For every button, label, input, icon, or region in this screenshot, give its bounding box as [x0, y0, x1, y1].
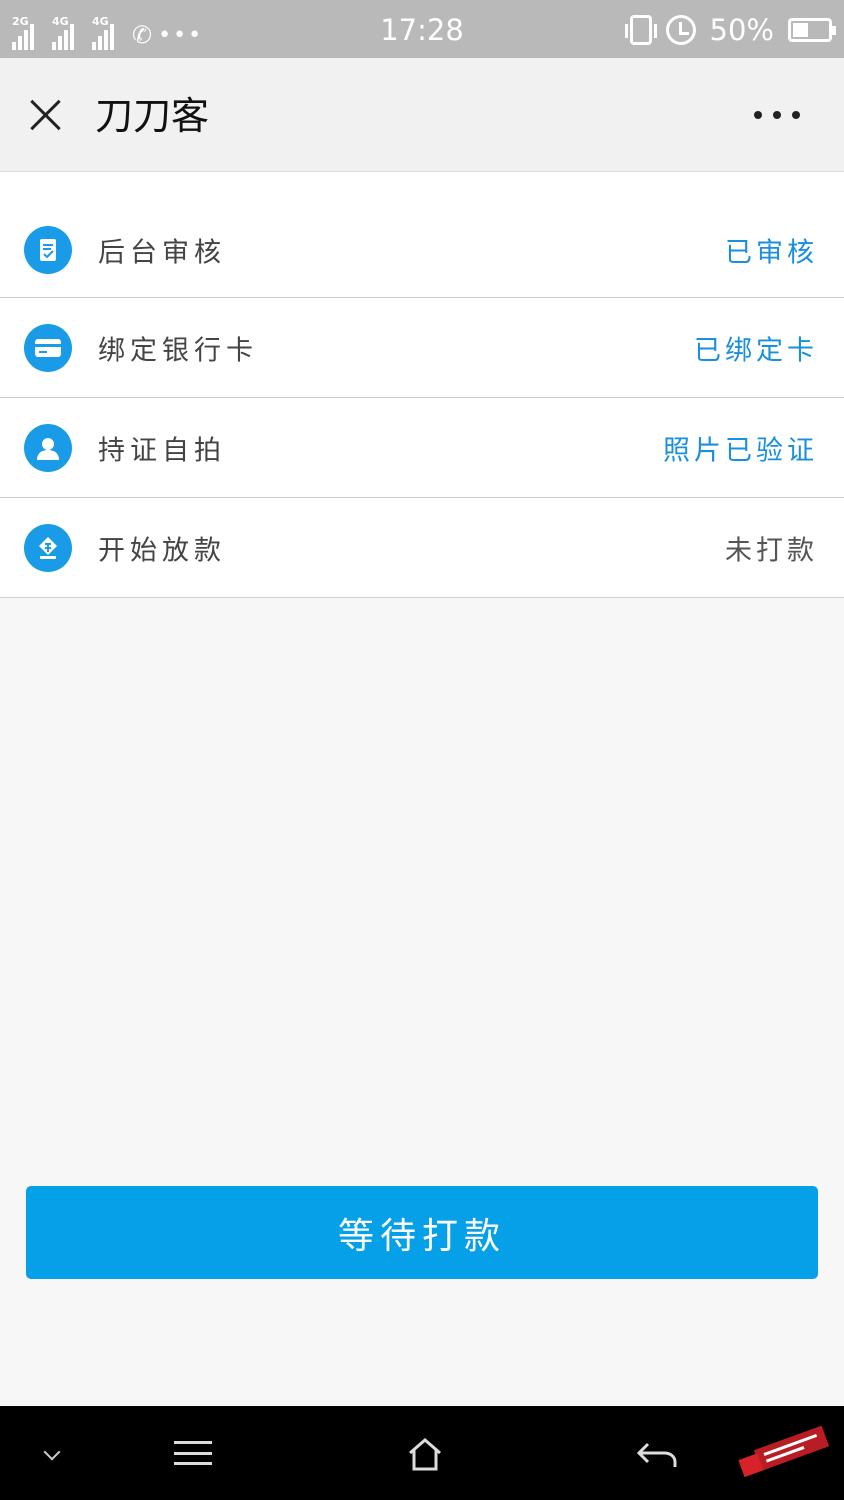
- step-label: 开始放款: [98, 535, 226, 566]
- step-label: 绑定银行卡: [98, 335, 258, 366]
- step-row-bind-card: 绑定银行卡 已绑定卡: [0, 298, 844, 398]
- user-icon: [24, 423, 72, 472]
- battery-percent: 50%: [709, 13, 774, 47]
- step-status: 已审核: [725, 237, 818, 269]
- page-title: 刀刀客: [95, 94, 210, 138]
- status-bar: 2G 4G 4G ✆ ••• 17:28 50%: [0, 0, 844, 58]
- close-icon[interactable]: [28, 97, 64, 133]
- battery-icon: [788, 18, 836, 42]
- step-label: 持证自拍: [98, 435, 226, 466]
- home-icon[interactable]: [406, 1436, 444, 1472]
- step-status: 已绑定卡: [694, 335, 818, 366]
- vibrate-icon: [624, 15, 657, 45]
- chevron-down-icon[interactable]: [43, 1443, 61, 1461]
- more-options-icon[interactable]: [754, 102, 800, 128]
- menu-icon[interactable]: [174, 1441, 212, 1465]
- wait-payment-button[interactable]: 等待打款: [26, 1186, 818, 1279]
- bank-card-icon: [24, 323, 72, 372]
- step-status: 照片已验证: [663, 435, 818, 466]
- progress-steps-list: 后台审核 已审核 绑定银行卡 已绑定卡 持证自拍 照片已验证 开始放款 未打款: [0, 172, 844, 598]
- nav-bar: 刀刀客: [0, 58, 844, 172]
- step-row-selfie: 持证自拍 照片已验证: [0, 398, 844, 498]
- system-nav-bar: [0, 1406, 844, 1500]
- step-row-review: 后台审核 已审核: [0, 172, 844, 298]
- status-right: 50%: [624, 12, 836, 48]
- watermark-logo-icon: [738, 1425, 830, 1478]
- step-status: 未打款: [725, 535, 818, 566]
- step-row-release-loan: 开始放款 未打款: [0, 498, 844, 598]
- loan-release-icon: [24, 523, 72, 572]
- back-icon[interactable]: [636, 1440, 678, 1470]
- battery-fill: [793, 23, 808, 37]
- review-document-icon: [24, 226, 72, 274]
- alarm-icon: [665, 15, 696, 45]
- step-label: 后台审核: [98, 237, 226, 269]
